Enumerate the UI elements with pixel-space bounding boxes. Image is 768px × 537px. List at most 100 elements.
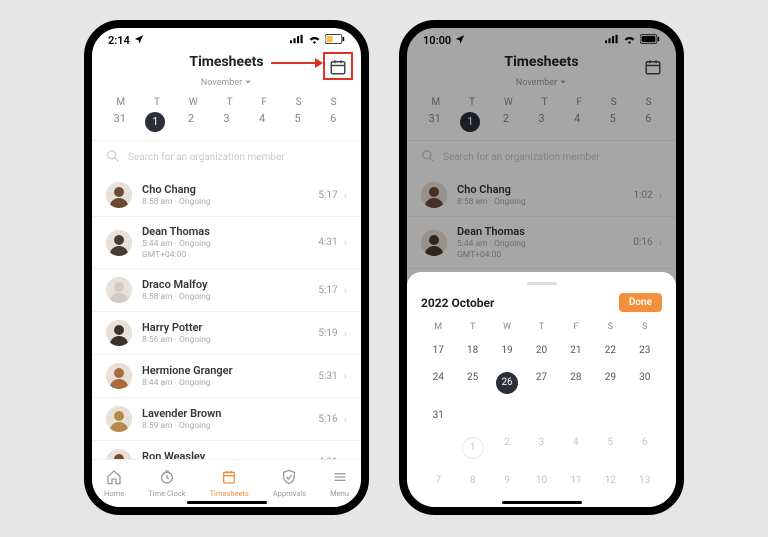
cal-day[interactable]: 20 <box>524 342 558 359</box>
tab-home[interactable]: Home <box>104 469 124 498</box>
member-row[interactable]: Draco Malfoy8:58 am · Ongoing5:17› <box>92 269 361 312</box>
cal-day[interactable]: 3 <box>524 434 558 462</box>
member-sub: 8:56 am · Ongoing <box>142 335 318 345</box>
status-time: 2:14 <box>108 34 130 47</box>
cal-day[interactable]: 18 <box>455 342 489 359</box>
cal-day[interactable]: 21 <box>559 342 593 359</box>
avatar <box>106 320 132 346</box>
cal-day[interactable]: 19 <box>490 342 524 359</box>
cal-day <box>490 407 524 424</box>
cal-day[interactable]: 11 <box>559 472 593 489</box>
month-selector[interactable]: November <box>201 78 252 89</box>
date-cell[interactable]: 6 <box>323 112 343 132</box>
cal-weekday: T <box>524 322 558 332</box>
cal-day[interactable]: 13 <box>628 472 662 489</box>
member-time: 5:17 <box>318 285 337 296</box>
search-icon <box>106 149 120 166</box>
date-cell[interactable]: 31 <box>110 112 130 132</box>
weekday-label: W <box>189 97 198 108</box>
wifi-icon <box>308 34 321 47</box>
member-time: 5:16 <box>318 414 337 425</box>
sheet-title: 2022 October <box>421 296 494 310</box>
member-row[interactable]: Lavender Brown8:59 am · Ongoing5:16› <box>92 398 361 441</box>
home-indicator[interactable] <box>187 501 267 504</box>
member-name: Cho Chang <box>142 183 318 196</box>
avatar <box>106 406 132 432</box>
cal-day[interactable]: 4 <box>559 434 593 462</box>
member-time: 5:31 <box>318 371 337 382</box>
member-row[interactable]: Hermione Granger8:44 am · Ongoing5:31› <box>92 355 361 398</box>
tab-icon <box>159 469 175 487</box>
cal-day[interactable]: 29 <box>593 369 627 397</box>
cal-weekday: F <box>559 322 593 332</box>
tab-approvals[interactable]: Approvals <box>273 469 306 498</box>
cal-day[interactable]: 26 <box>490 369 524 397</box>
chevron-right-icon: › <box>344 413 347 426</box>
cal-day[interactable]: 17 <box>421 342 455 359</box>
chevron-right-icon: › <box>344 284 347 297</box>
cal-day <box>559 407 593 424</box>
chevron-right-icon: › <box>344 327 347 340</box>
cal-day[interactable]: 8 <box>455 472 489 489</box>
tab-label: Menu <box>330 489 349 498</box>
done-button[interactable]: Done <box>619 293 662 312</box>
date-cell[interactable]: 2 <box>181 112 201 132</box>
cal-day[interactable]: 22 <box>593 342 627 359</box>
annotation-arrow <box>271 62 321 64</box>
cal-day[interactable]: 28 <box>559 369 593 397</box>
tab-icon <box>221 469 237 487</box>
member-row[interactable]: Dean Thomas5:44 am · OngoingGMT+04:004:3… <box>92 217 361 269</box>
cal-day[interactable]: 31 <box>421 407 455 424</box>
cal-day[interactable]: 1 <box>455 434 489 462</box>
tab-time-clock[interactable]: Time Clock <box>148 469 185 498</box>
cal-day <box>524 407 558 424</box>
weekday-label: T <box>227 97 233 108</box>
chevron-down-icon <box>244 78 252 89</box>
tab-icon <box>332 469 348 487</box>
signal-icon <box>290 34 304 47</box>
date-cell[interactable]: 3 <box>216 112 236 132</box>
cal-weekday: W <box>490 322 524 332</box>
cal-day[interactable]: 2 <box>490 434 524 462</box>
chevron-right-icon: › <box>344 189 347 202</box>
tab-label: Time Clock <box>148 489 185 498</box>
date-cell[interactable]: 5 <box>288 112 308 132</box>
sheet-handle[interactable] <box>527 282 557 285</box>
weekday-label: S <box>331 97 337 108</box>
member-row[interactable]: Harry Potter8:56 am · Ongoing5:19› <box>92 312 361 355</box>
avatar <box>106 230 132 256</box>
header: Timesheets November <box>92 52 361 91</box>
date-cell[interactable]: 4 <box>252 112 272 132</box>
tab-icon <box>106 469 122 487</box>
date-row[interactable]: 31 123456 <box>92 112 361 141</box>
tab-icon <box>281 469 297 487</box>
tab-menu[interactable]: Menu <box>330 469 349 498</box>
cal-day[interactable]: 27 <box>524 369 558 397</box>
tab-timesheets[interactable]: Timesheets <box>210 469 249 498</box>
cal-day[interactable]: 30 <box>628 369 662 397</box>
cal-day[interactable]: 7 <box>421 472 455 489</box>
member-row[interactable]: Cho Chang8:58 am · Ongoing5:17› <box>92 174 361 217</box>
cal-day[interactable]: 24 <box>421 369 455 397</box>
member-name: Dean Thomas <box>142 225 318 238</box>
search-input[interactable]: Search for an organization member <box>92 141 361 174</box>
cal-day[interactable]: 12 <box>593 472 627 489</box>
member-sub: 8:58 am · Ongoing <box>142 197 318 207</box>
cal-weekday: S <box>593 322 627 332</box>
weekday-header: MTWTFSS <box>92 91 361 112</box>
calendar-grid[interactable]: MTWTFSS171819202122232425262728293031123… <box>421 322 662 489</box>
cal-day[interactable]: 5 <box>593 434 627 462</box>
member-sub: 5:44 am · Ongoing <box>142 239 318 249</box>
cal-day[interactable]: 25 <box>455 369 489 397</box>
phone-left: 2:14 Timesheets November <box>84 20 369 515</box>
member-name: Lavender Brown <box>142 407 318 420</box>
avatar <box>106 363 132 389</box>
cal-day[interactable]: 10 <box>524 472 558 489</box>
cal-day[interactable]: 9 <box>490 472 524 489</box>
home-indicator[interactable] <box>502 501 582 504</box>
cal-day[interactable]: 6 <box>628 434 662 462</box>
avatar <box>106 182 132 208</box>
cal-day[interactable]: 23 <box>628 342 662 359</box>
avatar <box>106 277 132 303</box>
date-cell[interactable]: 1 <box>145 112 165 132</box>
